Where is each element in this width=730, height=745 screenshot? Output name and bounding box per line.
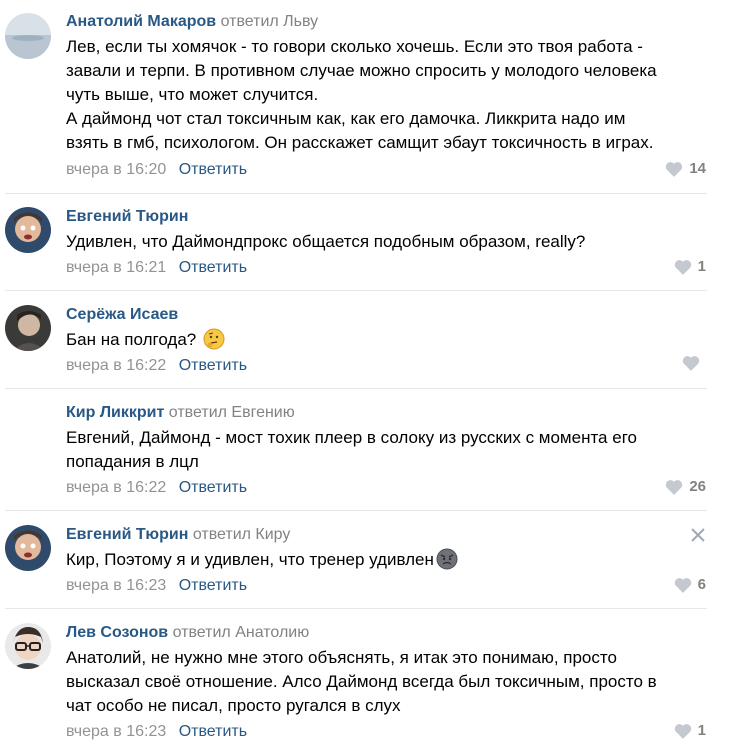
reply-button[interactable]: Ответить <box>179 479 247 496</box>
avatar[interactable] <box>5 207 51 253</box>
comment-text: Бан на полгода? <box>66 328 716 352</box>
heart-icon <box>674 724 691 739</box>
reply-to-label[interactable]: ответил Евгению <box>169 404 295 421</box>
reply-to-label[interactable]: ответил Анатолию <box>173 624 310 641</box>
heart-icon <box>666 480 683 495</box>
comment-line: чуть выше, что может случится. <box>66 85 319 104</box>
like-button[interactable]: 6 <box>674 575 706 595</box>
comment-text: Лев, если ты хомячок - то говори сколько… <box>66 35 716 155</box>
avatar[interactable] <box>5 13 51 59</box>
comment-line: А даймонд чот стал токсичным как, как ег… <box>66 109 626 128</box>
comment-author[interactable]: Серёжа Исаев <box>66 306 178 323</box>
comment-line: Анатолий, не нужно мне этого объяснять, … <box>66 648 617 667</box>
comment-line: Евгений, Даймонд - мост тохик плеер в со… <box>66 428 637 447</box>
comment-line: высказал своё отношение. Алсо Даймонд вс… <box>66 672 657 691</box>
comment-timestamp[interactable]: вчера в 16:21 <box>66 259 166 276</box>
avatar-image <box>5 13 51 59</box>
comment-author[interactable]: Кир Ликкрит <box>66 404 164 421</box>
like-button[interactable]: 1 <box>674 721 706 741</box>
avatar-image <box>5 305 51 351</box>
reply-button[interactable]: Ответить <box>179 259 247 276</box>
comment-text: Кир, Поэтому я и удивлен, что тренер уди… <box>66 548 716 572</box>
separator <box>5 290 707 291</box>
heart-icon <box>674 260 691 275</box>
heart-icon <box>674 578 691 593</box>
reply-button[interactable]: Ответить <box>179 161 247 178</box>
comment-line-text: Кир, Поэтому я и удивлен, что тренер уди… <box>66 550 434 569</box>
thinking-face-icon <box>203 328 225 350</box>
comment-line: завали и терпи. В противном случае можно… <box>66 61 657 80</box>
separator <box>5 608 707 609</box>
like-button[interactable] <box>682 355 706 371</box>
heart-icon <box>666 162 683 177</box>
like-count: 14 <box>689 160 706 177</box>
comment-line: Кир, Поэтому я и удивлен, что тренер уди… <box>66 548 716 572</box>
reply-button[interactable]: Ответить <box>179 357 247 374</box>
comment-timestamp[interactable]: вчера в 16:22 <box>66 357 166 374</box>
like-count: 26 <box>689 478 706 495</box>
comment-line: взять в гмб, психологом. Он расскажет са… <box>66 133 654 152</box>
comment-timestamp[interactable]: вчера в 16:23 <box>66 577 166 594</box>
avatar[interactable] <box>5 623 51 669</box>
comment-line: попадания в лцл <box>66 452 199 471</box>
separator <box>5 388 707 389</box>
separator <box>5 193 707 194</box>
comment-author[interactable]: Евгений Тюрин <box>66 208 188 225</box>
reply-to-label[interactable]: ответил Киру <box>193 526 291 543</box>
comment-line: Удивлен, что Даймондпрокс общается подоб… <box>66 232 586 251</box>
comment-text: Удивлен, что Даймондпрокс общается подоб… <box>66 230 716 254</box>
comment-line: Бан на полгода? <box>66 328 716 352</box>
comment-timestamp[interactable]: вчера в 16:22 <box>66 479 166 496</box>
comment-line-text: Бан на полгода? <box>66 330 197 349</box>
like-button[interactable]: 26 <box>665 477 706 497</box>
heart-icon <box>682 356 700 371</box>
like-count: 6 <box>697 576 706 593</box>
comment-text: Евгений, Даймонд - мост тохик плеер в со… <box>66 426 716 474</box>
comment-text: Анатолий, не нужно мне этого объяснять, … <box>66 646 716 718</box>
avatar-image <box>5 207 51 253</box>
comment-author[interactable]: Анатолий Макаров <box>66 13 216 30</box>
comment-timestamp[interactable]: вчера в 16:20 <box>66 161 166 178</box>
comment-author[interactable]: Лев Созонов <box>66 624 168 641</box>
comment-timestamp[interactable]: вчера в 16:23 <box>66 723 166 740</box>
like-button[interactable]: 1 <box>674 257 706 277</box>
close-icon[interactable] <box>691 528 705 542</box>
like-button[interactable]: 14 <box>665 159 706 179</box>
angry-face-icon <box>436 548 458 570</box>
separator <box>5 510 707 511</box>
avatar-image <box>5 623 51 669</box>
like-count: 1 <box>697 258 706 275</box>
reply-to-label[interactable]: ответил Льву <box>221 13 319 30</box>
comment-line: чат особо не писал, просто ругался в слу… <box>66 696 401 715</box>
reply-button[interactable]: Ответить <box>179 577 247 594</box>
avatar-image <box>5 525 51 571</box>
comment-author[interactable]: Евгений Тюрин <box>66 526 188 543</box>
like-count: 1 <box>697 722 706 739</box>
comment-line: Лев, если ты хомячок - то говори сколько… <box>66 37 643 56</box>
avatar[interactable] <box>5 525 51 571</box>
reply-button[interactable]: Ответить <box>179 723 247 740</box>
avatar[interactable] <box>5 305 51 351</box>
